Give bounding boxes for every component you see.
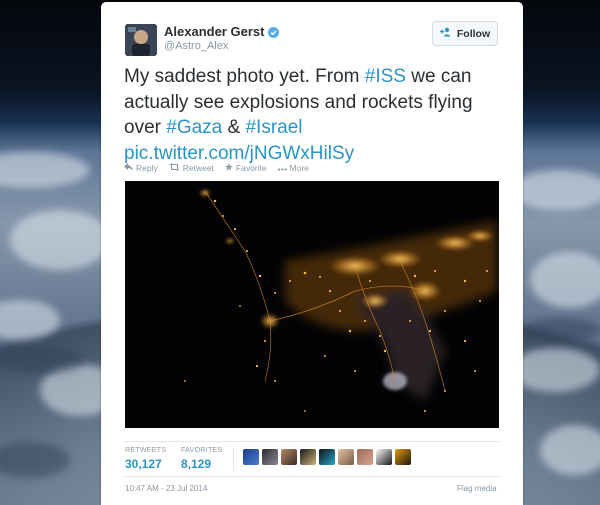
reply-label: Reply [136, 163, 158, 173]
follow-label: Follow [456, 27, 491, 40]
favoriter-avatar[interactable] [357, 449, 373, 465]
retweet-action[interactable]: Retweet [169, 163, 214, 173]
tweet-photo[interactable] [125, 181, 499, 428]
star-icon [224, 163, 233, 173]
retweet-label: Retweet [182, 163, 214, 173]
footer-divider [124, 476, 500, 477]
author-name-text[interactable]: Alexander Gerst [164, 24, 264, 39]
favoriter-avatar[interactable] [376, 449, 392, 465]
retweets-stat[interactable]: RETWEETS 30,127 [125, 447, 166, 471]
tweet-timestamp[interactable]: 10:47 AM - 23 Jul 2014 [125, 484, 207, 493]
favoriter-avatar[interactable] [395, 449, 411, 465]
favoriter-avatar[interactable] [319, 449, 335, 465]
more-label: More [289, 163, 310, 173]
hashtag-gaza[interactable]: #Gaza [166, 117, 222, 138]
favorites-label: FAVORITES [181, 447, 223, 454]
favorite-label: Favorite [235, 163, 267, 173]
ellipsis-icon [277, 163, 287, 173]
favoriter-avatar[interactable] [300, 449, 316, 465]
hashtag-israel[interactable]: #Israel [245, 117, 302, 138]
stats-divider [124, 441, 500, 442]
add-person-icon [439, 27, 452, 40]
favorites-count[interactable]: 8,129 [181, 457, 222, 471]
hashtag-iss[interactable]: #ISS [365, 66, 406, 87]
favoriter-avatar[interactable] [338, 449, 354, 465]
retweets-label: RETWEETS [125, 447, 167, 454]
reply-arrow-icon [124, 163, 133, 173]
favoriter-avatar[interactable] [243, 449, 259, 465]
author-name[interactable]: Alexander Gerst [164, 24, 280, 39]
tweet-actions: Reply Retweet Favorite More [124, 163, 309, 173]
verified-badge-icon [268, 26, 280, 38]
favoriter-avatar[interactable] [281, 449, 297, 465]
stats-separator [233, 447, 234, 471]
retweets-count[interactable]: 30,127 [125, 457, 166, 471]
follow-button[interactable]: Follow [432, 21, 498, 46]
favorites-stat[interactable]: FAVORITES 8,129 [181, 447, 222, 471]
reply-action[interactable]: Reply [124, 163, 158, 173]
tweet-text-part: & [222, 117, 246, 138]
avatar[interactable] [125, 24, 157, 56]
favoriter-avatars [243, 449, 411, 465]
more-action[interactable]: More [277, 163, 310, 173]
tweet-text-part: My saddest photo yet. From [124, 66, 365, 87]
favorite-action[interactable]: Favorite [224, 163, 267, 173]
flag-media-link[interactable]: Flag media [457, 484, 497, 493]
media-link[interactable]: pic.twitter.com/jNGWxHilSy [124, 143, 354, 164]
retweet-icon [169, 163, 180, 173]
tweet-text: My saddest photo yet. From #ISS we can a… [124, 64, 504, 166]
tweet-card: Alexander Gerst @Astro_Alex Follow My sa… [101, 2, 523, 505]
favoriter-avatar[interactable] [262, 449, 278, 465]
author-handle[interactable]: @Astro_Alex [164, 40, 228, 52]
